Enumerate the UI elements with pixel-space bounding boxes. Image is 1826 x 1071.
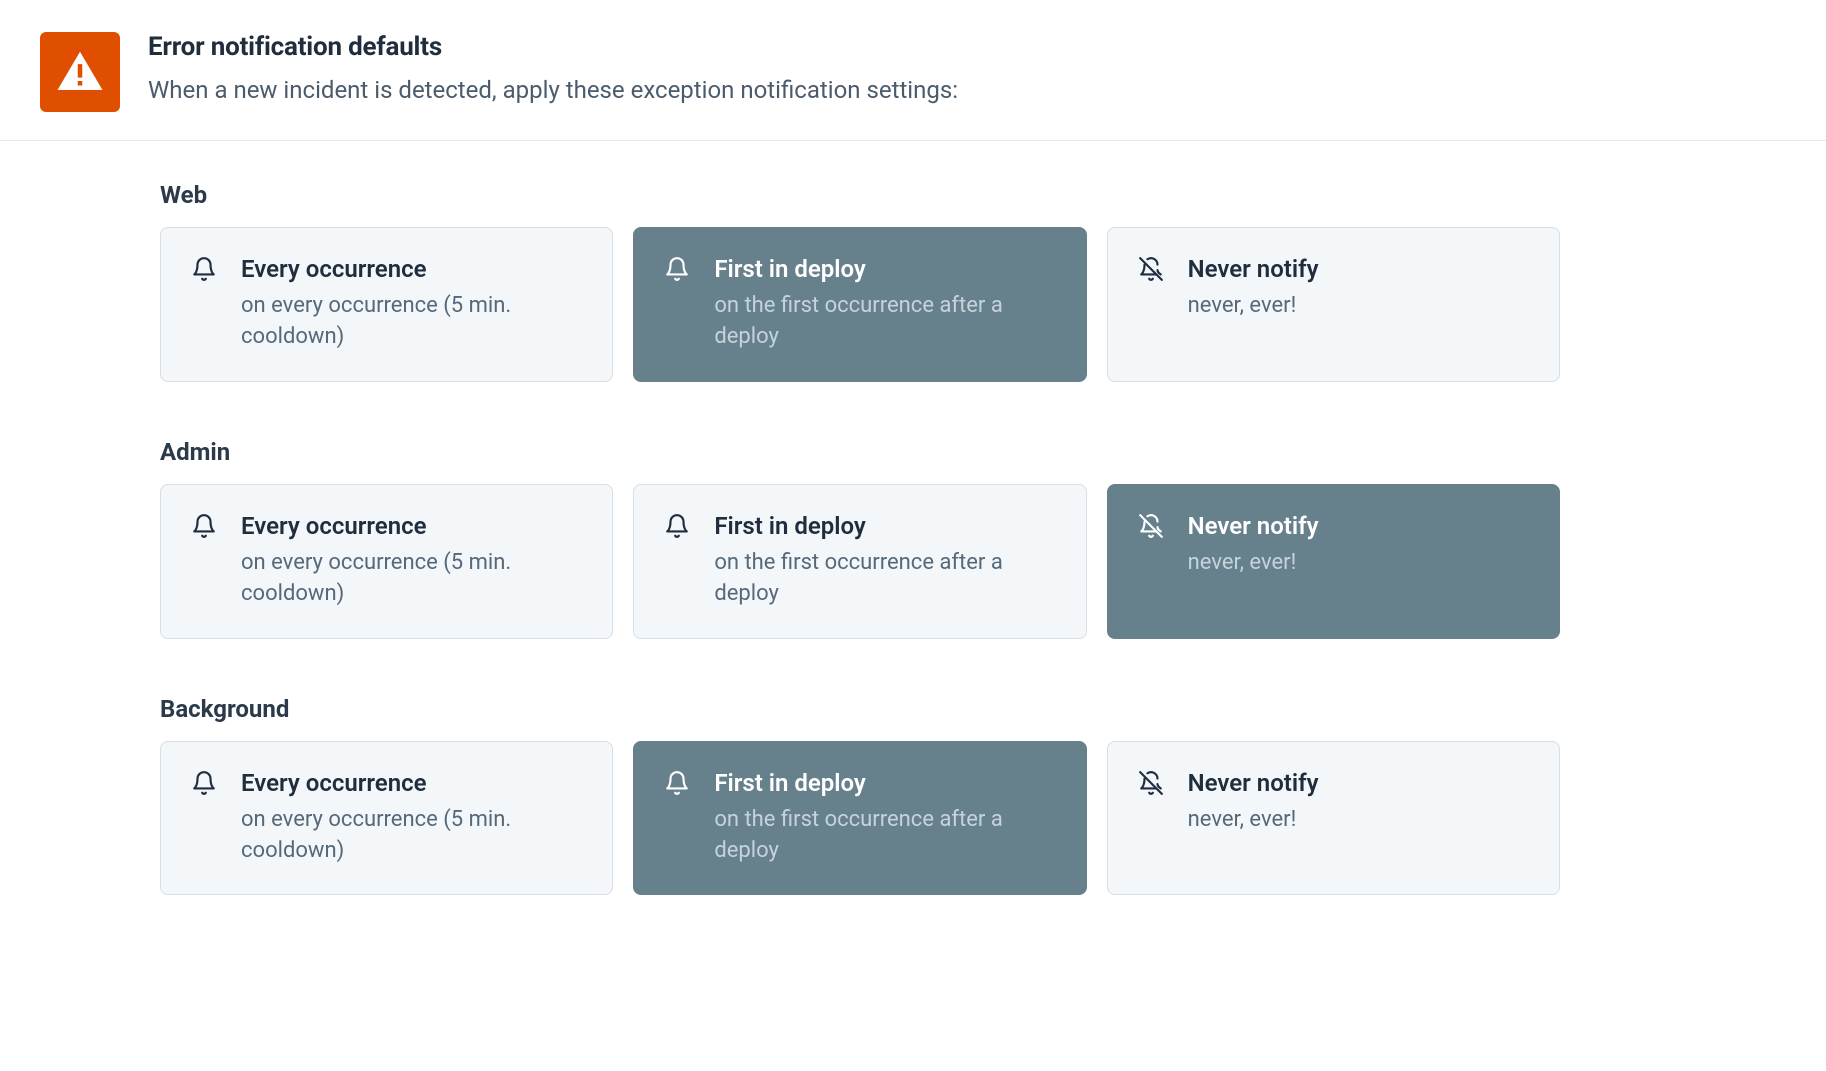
option-first[interactable]: First in deploy on the first occurrence a… [633, 741, 1086, 896]
option-text: First in deploy on the first occurrence a… [714, 511, 1057, 610]
option-subtitle: on every occurrence (5 min. cooldown) [241, 548, 584, 610]
option-title: First in deploy [714, 511, 1057, 542]
option-text: First in deploy on the first occurrence a… [714, 254, 1057, 353]
bell-off-icon [1136, 254, 1166, 282]
option-subtitle: never, ever! [1188, 805, 1319, 836]
option-title: Never notify [1188, 511, 1319, 542]
option-row: Every occurrence on every occurrence (5 m… [160, 484, 1560, 639]
option-title: Never notify [1188, 254, 1319, 285]
group-label-web: Web [160, 181, 1560, 209]
option-text: Every occurrence on every occurrence (5 m… [241, 511, 584, 610]
option-subtitle: on the first occurrence after a deploy [714, 291, 1057, 353]
group-label-admin: Admin [160, 438, 1560, 466]
option-first[interactable]: First in deploy on the first occurrence a… [633, 484, 1086, 639]
bell-off-icon [1136, 768, 1166, 796]
option-text: First in deploy on the first occurrence a… [714, 768, 1057, 867]
header-text: Error notification defaults When a new i… [148, 32, 958, 104]
option-text: Never notify never, ever! [1188, 254, 1319, 322]
option-title: First in deploy [714, 768, 1057, 799]
bell-icon [189, 254, 219, 282]
page-root: Error notification defaults When a new i… [0, 0, 1826, 1071]
bell-icon [662, 254, 692, 282]
option-subtitle: never, ever! [1188, 548, 1319, 579]
notification-group-admin: Admin Every occurrence on every occurrence… [160, 438, 1560, 639]
group-label-background: Background [160, 695, 1560, 723]
option-first[interactable]: First in deploy on the first occurrence a… [633, 227, 1086, 382]
option-subtitle: never, ever! [1188, 291, 1319, 322]
settings-content: Web Every occurrence on every occurrence (… [0, 141, 1560, 895]
option-every[interactable]: Every occurrence on every occurrence (5 m… [160, 227, 613, 382]
option-subtitle: on the first occurrence after a deploy [714, 548, 1057, 610]
option-row: Every occurrence on every occurrence (5 m… [160, 741, 1560, 896]
option-title: Never notify [1188, 768, 1319, 799]
option-row: Every occurrence on every occurrence (5 m… [160, 227, 1560, 382]
option-title: First in deploy [714, 254, 1057, 285]
option-title: Every occurrence [241, 254, 584, 285]
notification-group-web: Web Every occurrence on every occurrence (… [160, 181, 1560, 382]
bell-icon [662, 768, 692, 796]
option-every[interactable]: Every occurrence on every occurrence (5 m… [160, 484, 613, 639]
alert-triangle-badge [40, 32, 120, 112]
option-subtitle: on every occurrence (5 min. cooldown) [241, 291, 584, 353]
option-subtitle: on every occurrence (5 min. cooldown) [241, 805, 584, 867]
bell-icon [189, 768, 219, 796]
option-never[interactable]: Never notify never, ever! [1107, 227, 1560, 382]
bell-icon [662, 511, 692, 539]
bell-off-icon [1136, 511, 1166, 539]
option-title: Every occurrence [241, 511, 584, 542]
option-text: Every occurrence on every occurrence (5 m… [241, 768, 584, 867]
option-text: Never notify never, ever! [1188, 511, 1319, 579]
option-never[interactable]: Never notify never, ever! [1107, 484, 1560, 639]
alert-triangle-icon [53, 45, 107, 99]
option-never[interactable]: Never notify never, ever! [1107, 741, 1560, 896]
settings-header: Error notification defaults When a new i… [0, 0, 1826, 141]
option-every[interactable]: Every occurrence on every occurrence (5 m… [160, 741, 613, 896]
option-title: Every occurrence [241, 768, 584, 799]
page-title: Error notification defaults [148, 32, 958, 62]
option-text: Every occurrence on every occurrence (5 m… [241, 254, 584, 353]
page-subtitle: When a new incident is detected, apply t… [148, 76, 958, 104]
option-text: Never notify never, ever! [1188, 768, 1319, 836]
bell-icon [189, 511, 219, 539]
option-subtitle: on the first occurrence after a deploy [714, 805, 1057, 867]
notification-group-background: Background Every occurrence on every occur… [160, 695, 1560, 896]
